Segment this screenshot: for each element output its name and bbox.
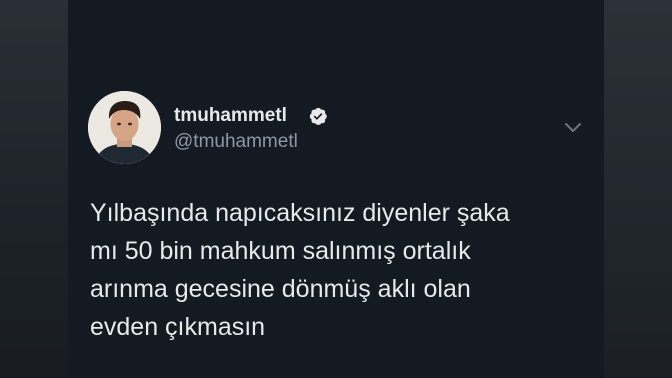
avatar[interactable] bbox=[88, 91, 161, 164]
blurred-right-edge bbox=[604, 0, 672, 378]
tweet-card[interactable]: tmuhammetl @tmuhammetl Yılbaşında napıca… bbox=[68, 0, 604, 378]
verified-badge-icon bbox=[309, 107, 327, 125]
blurred-left-edge bbox=[0, 0, 68, 378]
user-handle[interactable]: @tmuhammetl bbox=[174, 131, 298, 153]
tweet-text: Yılbaşında napıcaksınız diyenler şaka mı… bbox=[90, 199, 510, 341]
screenshot-frame: tmuhammetl @tmuhammetl Yılbaşında napıca… bbox=[0, 0, 672, 378]
chevron-down-icon[interactable] bbox=[564, 120, 582, 134]
display-name[interactable]: tmuhammetl bbox=[174, 105, 287, 127]
